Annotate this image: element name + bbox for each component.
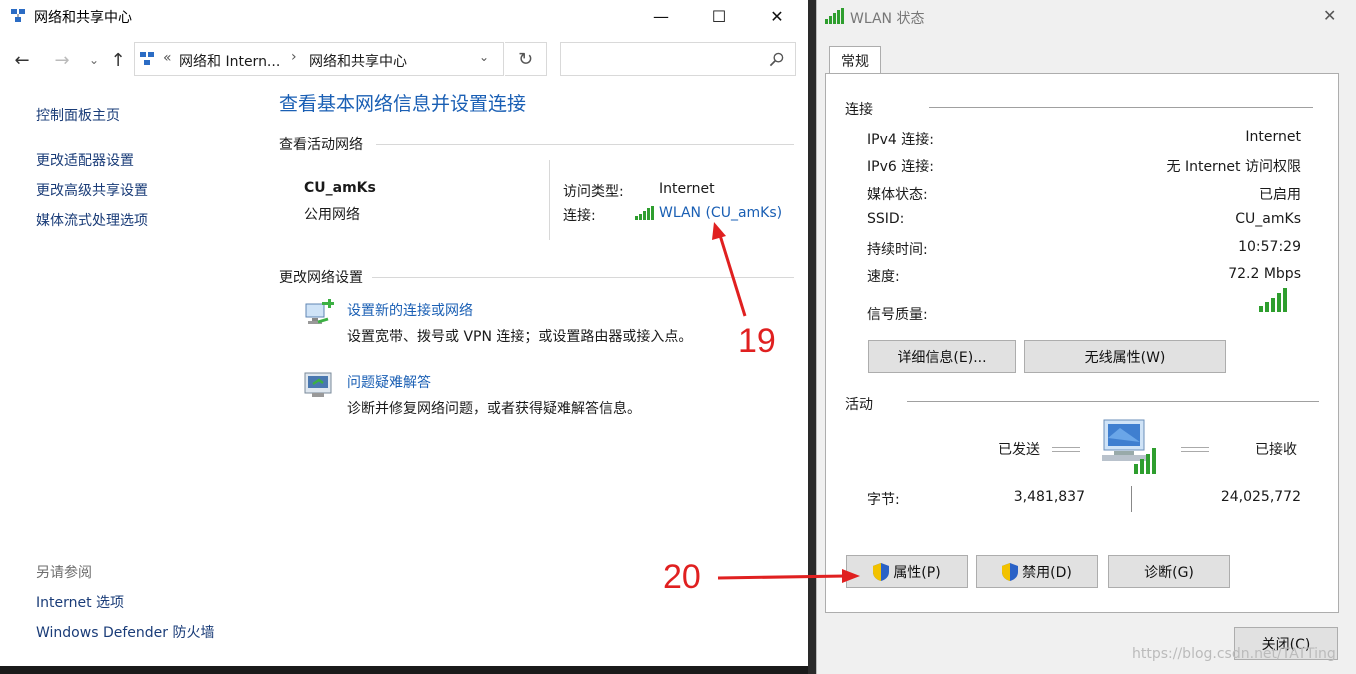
divider [549, 160, 550, 240]
change-settings-title: 更改网络设置 [279, 270, 363, 286]
setup-connection-desc: 设置宽带、拨号或 VPN 连接；或设置路由器或接入点。 [347, 329, 693, 345]
search-icon [769, 52, 784, 67]
desktop-gap [808, 0, 816, 674]
breadcrumb-item[interactable]: 网络和 Intern... [179, 51, 280, 71]
media-state-value: 已启用 [1259, 187, 1301, 203]
sidebar-item-advanced-sharing[interactable]: 更改高级共享设置 [36, 180, 148, 200]
network-computer-icon [1102, 419, 1156, 474]
address-dropdown-icon[interactable]: ⌄ [479, 50, 489, 64]
sidebar-item-adapter-settings[interactable]: 更改适配器设置 [36, 150, 134, 170]
wireless-properties-button[interactable]: 无线属性(W) [1024, 340, 1226, 373]
address-bar[interactable]: « 网络和 Intern... › 网络和共享中心 ⌄ [134, 42, 504, 76]
watermark: https://blog.csdn.net/TATTing [1132, 646, 1336, 662]
sidebar-item-media-streaming[interactable]: 媒体流式处理选项 [36, 210, 148, 230]
received-label: 已接收 [1255, 442, 1297, 458]
details-button[interactable]: 详细信息(E)... [868, 340, 1016, 373]
step-number-20: 20 [663, 558, 701, 596]
close-button[interactable]: ✕ [754, 0, 800, 32]
step-number-19: 19 [738, 322, 776, 360]
dialog-title: WLAN 状态 [850, 11, 925, 27]
page-title: 查看基本网络信息并设置连接 [279, 93, 527, 115]
properties-button-label: 属性(P) [893, 564, 941, 581]
divider [929, 107, 1313, 108]
diagnose-button[interactable]: 诊断(G) [1108, 555, 1230, 588]
breadcrumb-chevron-icon: « [163, 50, 172, 66]
network-name: CU_amKs [304, 180, 376, 196]
breadcrumb-separator-icon: › [291, 49, 297, 65]
active-networks-title: 查看活动网络 [279, 137, 363, 153]
new-connection-icon [305, 299, 334, 324]
signal-bars-icon [1259, 288, 1287, 312]
troubleshoot-icon [304, 372, 332, 397]
sidebar-item-control-panel-home[interactable]: 控制面板主页 [36, 105, 120, 125]
disable-button[interactable]: 禁用(D) [976, 555, 1098, 588]
breadcrumb-item[interactable]: 网络和共享中心 [309, 51, 407, 71]
ipv6-value: 无 Internet 访问权限 [1166, 159, 1302, 175]
troubleshoot-desc: 诊断并修复网络问题，或者获得疑难解答信息。 [347, 401, 641, 417]
duration-label: 持续时间: [867, 242, 928, 258]
connection-group-title: 连接 [845, 102, 873, 118]
sidebar-item-firewall[interactable]: Windows Defender 防火墙 [36, 622, 214, 642]
received-bytes: 24,025,772 [1220, 489, 1301, 505]
disable-button-label: 禁用(D) [1022, 564, 1072, 581]
forward-arrow-icon[interactable]: → [50, 48, 74, 72]
sidebar-item-internet-options[interactable]: Internet 选项 [36, 592, 124, 612]
speed-value: 72.2 Mbps [1228, 266, 1301, 282]
minimize-button[interactable]: — [638, 0, 684, 32]
access-type-value: Internet [659, 181, 715, 197]
connections-label: 连接: [563, 208, 596, 224]
access-type-label: 访问类型: [563, 184, 624, 200]
ssid-value: CU_amKs [1235, 211, 1301, 227]
speed-label: 速度: [867, 269, 900, 285]
back-arrow-icon[interactable]: ← [10, 48, 34, 72]
bytes-label: 字节: [867, 492, 900, 508]
media-state-label: 媒体状态: [867, 187, 928, 203]
wlan-status-dialog: WLAN 状态 ✕ 常规 连接 IPv4 连接: Internet IPv6 连… [816, 0, 1356, 674]
see-also-title: 另请参阅 [36, 565, 92, 581]
network-type[interactable]: 公用网络 [304, 204, 360, 224]
refresh-icon[interactable]: ↻ [505, 42, 547, 76]
tab-general[interactable]: 常规 [829, 46, 881, 74]
wifi-signal-icon [825, 8, 844, 24]
setup-connection-link[interactable]: 设置新的连接或网络 [347, 300, 473, 320]
maximize-button[interactable]: ☐ [696, 0, 742, 32]
search-input[interactable] [560, 42, 796, 76]
received-line [1181, 447, 1209, 452]
title-bar[interactable]: 网络和共享中心 — ☐ ✕ [0, 0, 808, 32]
network-center-icon [140, 52, 154, 65]
duration-value: 10:57:29 [1238, 239, 1301, 255]
properties-button[interactable]: 属性(P) [846, 555, 968, 588]
uac-shield-icon [1002, 562, 1019, 581]
signal-quality-label: 信号质量: [867, 307, 928, 323]
up-arrow-icon[interactable]: ↑ [106, 48, 130, 72]
divider [372, 277, 794, 278]
network-center-icon [11, 9, 25, 22]
divider [376, 144, 794, 145]
ipv4-value: Internet [1245, 129, 1301, 145]
ipv4-label: IPv4 连接: [867, 132, 934, 148]
wlan-connection-link[interactable]: WLAN (CU_amKs) [659, 205, 782, 221]
wifi-signal-icon [635, 206, 654, 220]
divider [907, 401, 1319, 402]
window-title: 网络和共享中心 [34, 10, 132, 26]
activity-group-title: 活动 [845, 397, 873, 413]
general-panel: 连接 IPv4 连接: Internet IPv6 连接: 无 Internet… [825, 73, 1339, 613]
sent-line [1052, 447, 1080, 452]
troubleshoot-link[interactable]: 问题疑难解答 [347, 372, 431, 392]
sent-label: 已发送 [998, 442, 1040, 458]
close-icon[interactable]: ✕ [1323, 6, 1336, 25]
ipv6-label: IPv6 连接: [867, 159, 934, 175]
recent-dropdown-icon[interactable]: ⌄ [82, 48, 106, 72]
sent-bytes: 3,481,837 [1013, 489, 1085, 505]
divider [1131, 486, 1132, 512]
uac-shield-icon [873, 562, 890, 581]
ssid-label: SSID: [867, 211, 905, 227]
